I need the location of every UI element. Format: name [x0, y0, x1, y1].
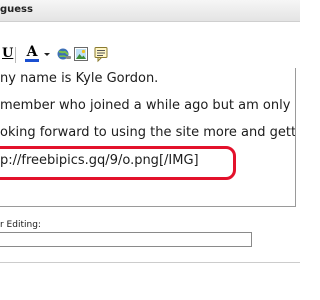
insert-image-icon	[74, 47, 88, 61]
formatting-toolbar: U A	[0, 42, 300, 68]
message-line: member who joined a while ago but am onl…	[0, 98, 295, 113]
underline-icon: U	[2, 46, 14, 61]
insert-link-button[interactable]	[56, 45, 72, 63]
highlight-annotation	[0, 146, 236, 180]
toolbar-divider	[15, 47, 16, 63]
divider	[0, 262, 300, 263]
font-color-dropdown[interactable]	[43, 45, 51, 63]
chevron-down-icon	[44, 53, 50, 56]
underline-button[interactable]: U	[2, 45, 14, 63]
font-color-button[interactable]: A	[24, 45, 40, 63]
message-line: ny name is Kyle Gordon.	[0, 71, 159, 86]
message-line: oking forward to using the site more and…	[0, 125, 296, 140]
wrap-quote-icon	[94, 47, 108, 63]
font-color-icon: A	[26, 44, 38, 60]
post-editor-window: guess U A ny name is Kyle Gordon. member…	[0, 0, 300, 300]
insert-image-button[interactable]	[73, 45, 89, 63]
editing-reason-input[interactable]	[0, 232, 252, 247]
window-title: guess	[0, 4, 33, 15]
wrap-quote-button[interactable]	[93, 45, 109, 63]
insert-link-icon	[57, 48, 71, 60]
editing-reason-label: r Editing:	[0, 220, 41, 230]
message-editor[interactable]: ny name is Kyle Gordon. member who joine…	[0, 68, 296, 207]
title-bar: guess	[0, 0, 300, 22]
